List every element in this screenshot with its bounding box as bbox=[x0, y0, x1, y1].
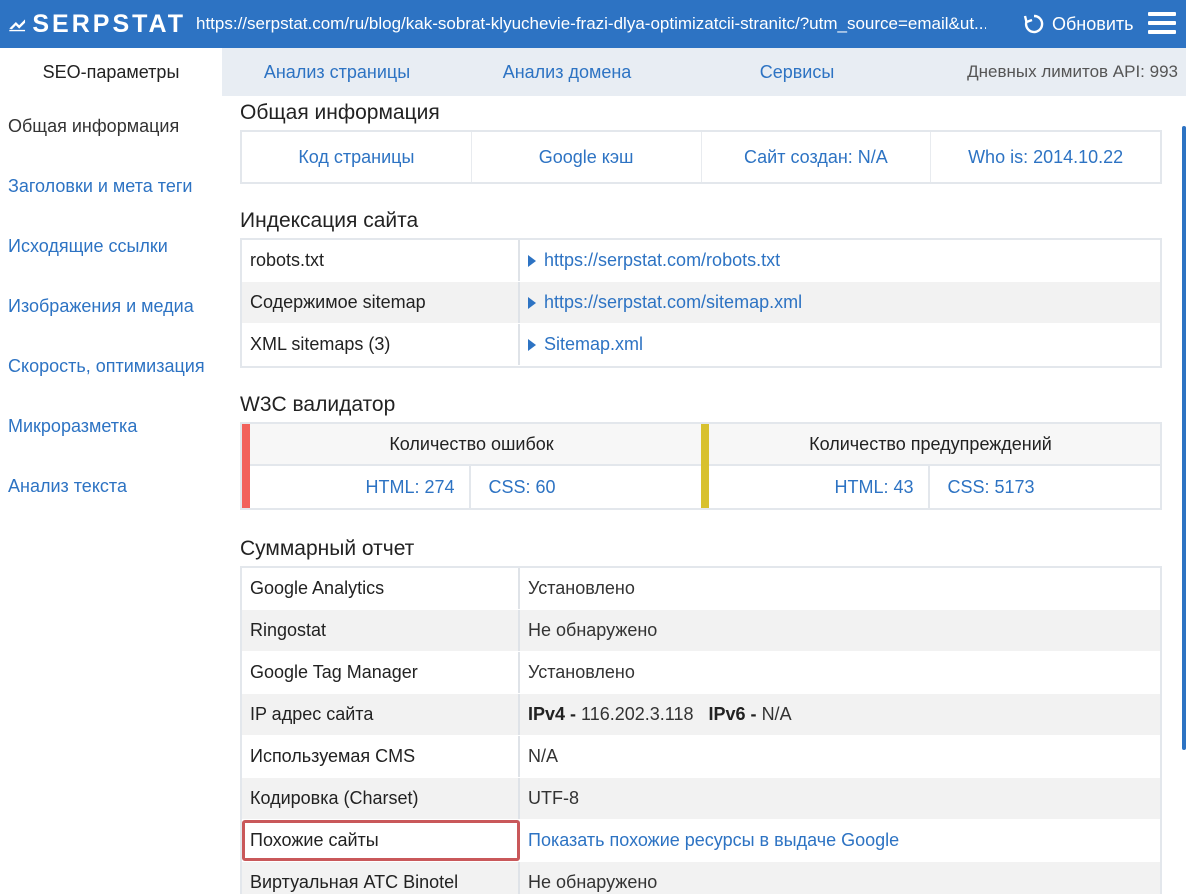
table-row: Google Tag Manager Установлено bbox=[242, 652, 1160, 694]
row-key: Виртуальная АТС Binotel bbox=[242, 862, 520, 894]
indexing-table: robots.txt https://serpstat.com/robots.t… bbox=[240, 238, 1162, 368]
tab-seo-parameters[interactable]: SEO-параметры bbox=[0, 48, 222, 96]
errors-html-link[interactable]: HTML: 274 bbox=[242, 466, 471, 508]
sidebar-item-general-info[interactable]: Общая информация bbox=[0, 96, 222, 156]
sidebar-item-speed-optimization[interactable]: Скорость, оптимизация bbox=[0, 336, 222, 396]
row-key: Google Analytics bbox=[242, 568, 520, 609]
row-value: Не обнаружено bbox=[528, 872, 658, 892]
row-value: Установлено bbox=[528, 578, 635, 598]
row-key: Содержимое sitemap bbox=[242, 282, 520, 323]
table-row: robots.txt https://serpstat.com/robots.t… bbox=[242, 240, 1160, 282]
sidebar-item-text-analysis[interactable]: Анализ текста bbox=[0, 456, 222, 516]
google-cache-link[interactable]: Google кэш bbox=[472, 132, 702, 182]
page-code-link[interactable]: Код страницы bbox=[242, 132, 472, 182]
serpstat-logo-icon bbox=[9, 19, 26, 32]
sidebar-item-headers-meta[interactable]: Заголовки и мета теги bbox=[0, 156, 222, 216]
row-key: Google Tag Manager bbox=[242, 652, 520, 693]
main-content: Общая информация Код страницы Google кэш… bbox=[240, 96, 1162, 894]
row-key: Ringostat bbox=[242, 610, 520, 651]
row-value: Установлено bbox=[528, 662, 635, 682]
scrollbar[interactable] bbox=[1182, 126, 1186, 750]
errors-css-link[interactable]: CSS: 60 bbox=[471, 466, 702, 508]
tab-bar: SEO-параметры Анализ страницы Анализ дом… bbox=[0, 48, 1186, 96]
tab-page-analysis[interactable]: Анализ страницы bbox=[222, 48, 452, 96]
hamburger-menu-icon[interactable] bbox=[1148, 12, 1176, 34]
row-key: robots.txt bbox=[242, 240, 520, 281]
table-row: Виртуальная АТС Binotel Не обнаружено bbox=[242, 862, 1160, 894]
table-row: IP адрес сайта IPv4 - 116.202.3.118 IPv6… bbox=[242, 694, 1160, 736]
errors-color-bar bbox=[242, 424, 250, 508]
sitemap-link[interactable]: https://serpstat.com/sitemap.xml bbox=[544, 292, 802, 313]
ipv4-value: 116.202.3.118 bbox=[581, 704, 694, 724]
ipv6-value: N/A bbox=[761, 704, 792, 724]
table-row: Google Analytics Установлено bbox=[242, 568, 1160, 610]
w3c-title: W3C валидатор bbox=[240, 393, 396, 416]
xml-sitemap-link[interactable]: Sitemap.xml bbox=[544, 334, 643, 355]
row-key: Используемая CMS bbox=[242, 736, 520, 777]
brand-name: SERPSTAT bbox=[32, 9, 186, 38]
row-value: N/A bbox=[528, 746, 559, 766]
sidebar-item-images-media[interactable]: Изображения и медиа bbox=[0, 276, 222, 336]
api-limits: Дневных лимитов API: 993 bbox=[967, 62, 1178, 81]
expand-triangle-icon[interactable] bbox=[528, 338, 536, 351]
general-info-box: Код страницы Google кэш Сайт создан: N/A… bbox=[240, 130, 1162, 184]
errors-label: Количество ошибок bbox=[242, 424, 701, 466]
table-row: XML sitemaps (3) Sitemap.xml bbox=[242, 324, 1160, 366]
warnings-html-link[interactable]: HTML: 43 bbox=[701, 466, 930, 508]
brand[interactable]: SERPSTAT bbox=[0, 10, 186, 39]
sidebar-item-outgoing-links[interactable]: Исходящие ссылки bbox=[0, 216, 222, 276]
table-row: Содержимое sitemap https://serpstat.com/… bbox=[242, 282, 1160, 324]
whois-link[interactable]: Who is: 2014.10.22 bbox=[931, 132, 1160, 182]
summary-table: Google Analytics Установлено Ringostat Н… bbox=[240, 566, 1162, 894]
ipv6-label: IPv6 - bbox=[708, 704, 757, 724]
table-row: Используемая CMS N/A bbox=[242, 736, 1160, 778]
general-info-title: Общая информация bbox=[240, 101, 440, 124]
row-value: Не обнаружено bbox=[528, 620, 658, 640]
tab-services[interactable]: Сервисы bbox=[682, 48, 912, 96]
expand-triangle-icon[interactable] bbox=[528, 254, 536, 267]
row-value: UTF-8 bbox=[528, 788, 579, 808]
table-row: Похожие сайты Показать похожие ресурсы в… bbox=[242, 820, 1160, 862]
tab-domain-analysis[interactable]: Анализ домена bbox=[452, 48, 682, 96]
row-key: XML sitemaps (3) bbox=[242, 324, 520, 365]
row-key: Кодировка (Charset) bbox=[242, 778, 520, 819]
row-key: IP адрес сайта bbox=[242, 694, 520, 735]
table-row: Ringostat Не обнаружено bbox=[242, 610, 1160, 652]
warnings-css-link[interactable]: CSS: 5173 bbox=[930, 466, 1161, 508]
expand-triangle-icon[interactable] bbox=[528, 296, 536, 309]
warnings-color-bar bbox=[701, 424, 709, 508]
ipv4-label: IPv4 - bbox=[528, 704, 577, 724]
w3c-validator-box: Количество ошибок HTML: 274 CSS: 60 Коли… bbox=[240, 422, 1162, 510]
top-bar: SERPSTAT https://serpstat.com/ru/blog/ka… bbox=[0, 0, 1186, 48]
warnings-label: Количество предупреждений bbox=[701, 424, 1160, 466]
sidebar-item-microdata[interactable]: Микроразметка bbox=[0, 396, 222, 456]
refresh-button[interactable]: Обновить bbox=[1022, 12, 1134, 36]
ip-address-value: IPv4 - 116.202.3.118 IPv6 - N/A bbox=[520, 694, 1160, 735]
refresh-label: Обновить bbox=[1052, 13, 1134, 34]
similar-sites-key: Похожие сайты bbox=[242, 820, 520, 861]
indexing-title: Индексация сайта bbox=[240, 209, 419, 232]
summary-title: Суммарный отчет bbox=[240, 537, 415, 560]
w3c-errors: Количество ошибок HTML: 274 CSS: 60 bbox=[242, 424, 701, 508]
robots-link[interactable]: https://serpstat.com/robots.txt bbox=[544, 250, 780, 271]
page-url[interactable]: https://serpstat.com/ru/blog/kak-sobrat-… bbox=[196, 14, 986, 34]
w3c-warnings: Количество предупреждений HTML: 43 CSS: … bbox=[701, 424, 1160, 508]
similar-sites-link[interactable]: Показать похожие ресурсы в выдаче Google bbox=[528, 830, 899, 851]
refresh-icon bbox=[1023, 14, 1044, 34]
table-row: Кодировка (Charset) UTF-8 bbox=[242, 778, 1160, 820]
site-created-link[interactable]: Сайт создан: N/A bbox=[702, 132, 932, 182]
sidebar: Общая информация Заголовки и мета теги И… bbox=[0, 96, 222, 516]
